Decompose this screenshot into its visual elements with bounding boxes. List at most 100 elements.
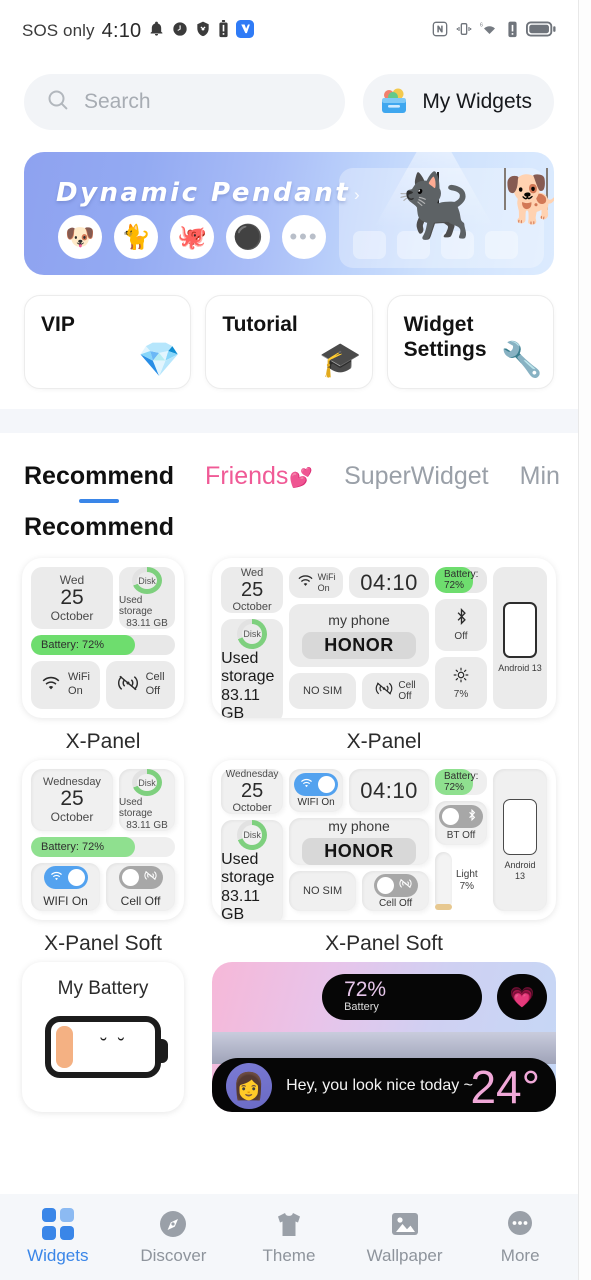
wifi-icon bbox=[50, 870, 63, 884]
date-month: October bbox=[232, 802, 272, 814]
wifi-icon bbox=[297, 574, 314, 592]
widget-item-xpanel-soft-large[interactable]: Wednesday 25 October Disk Used storage 8… bbox=[212, 760, 556, 956]
nfc-icon bbox=[432, 21, 448, 42]
battery-icon bbox=[526, 21, 556, 42]
wrench-icon: 🔧 bbox=[500, 341, 543, 379]
nav-item-discover[interactable]: Discover bbox=[116, 1208, 232, 1266]
cell-label: Cell Off bbox=[398, 679, 416, 703]
more-dots-icon bbox=[504, 1208, 536, 1240]
widget-item-xpanel-small[interactable]: Wed 25 October Disk Used storage 83.11 G… bbox=[22, 558, 185, 754]
brand-label: HONOR bbox=[302, 838, 416, 866]
shiba-avatar[interactable]: 🐶 bbox=[58, 215, 102, 259]
my-widgets-button[interactable]: My Widgets bbox=[363, 74, 554, 130]
nav-item-more[interactable]: More bbox=[462, 1208, 578, 1266]
battery-bar: Battery: 72% bbox=[31, 837, 176, 857]
search-input[interactable]: Search bbox=[24, 74, 346, 130]
disk-tile: Disk Used storage 83.11 GB bbox=[119, 769, 176, 831]
widget-item-color-widget[interactable]: 72% Battery 💗 👩 Hey, you look nice today… bbox=[212, 962, 556, 1112]
switch-knob bbox=[121, 869, 139, 886]
widget-grid: Wed 25 October Disk Used storage 83.11 G… bbox=[0, 542, 578, 1112]
wifi-switch[interactable] bbox=[294, 773, 339, 797]
my-battery-preview: My Battery ˘ ˘ bbox=[22, 962, 185, 1112]
tab-friends-label: Friends bbox=[205, 462, 289, 490]
disk-tile: Disk Used storage 83.11 GB bbox=[221, 820, 284, 920]
dynamic-pendant-banner[interactable]: Dynamic Pendant › 🐶 🐈 🐙 ⚫ ••• 🐈‍⬛ 🐕 bbox=[24, 152, 554, 275]
bluetooth-toggle-tile: BT Off bbox=[435, 801, 487, 845]
octopus-avatar[interactable]: 🐙 bbox=[170, 215, 214, 259]
xpanel-small-preview: Wed 25 October Disk Used storage 83.11 G… bbox=[22, 558, 185, 718]
disk-line1: Used storage bbox=[221, 650, 275, 685]
brightness-label: 7% bbox=[453, 688, 469, 700]
bluetooth-label: Off bbox=[454, 631, 468, 642]
widget-label: X-Panel Soft bbox=[325, 932, 443, 955]
heart-icon: 💕 bbox=[289, 468, 314, 489]
grid-icon bbox=[41, 1208, 74, 1240]
xpanel-soft-large-preview: Wednesday 25 October Disk Used storage 8… bbox=[212, 760, 556, 920]
disk-line2: 83.11 GB bbox=[221, 687, 260, 718]
date-month: October bbox=[50, 810, 94, 825]
alert-icon bbox=[507, 20, 518, 43]
tab-recommend-label: Recommend bbox=[24, 462, 175, 490]
search-placeholder: Search bbox=[84, 90, 151, 113]
search-icon bbox=[46, 88, 70, 117]
black-cat-avatar[interactable]: 🐈 bbox=[114, 215, 158, 259]
disk-ring-label: Disk bbox=[242, 825, 263, 845]
tab-min-label: Min bbox=[519, 462, 560, 490]
tab-superwidget[interactable]: SuperWidget bbox=[344, 462, 489, 499]
battery-nub bbox=[159, 1039, 169, 1063]
battery-bar: Battery: 72% bbox=[31, 635, 176, 655]
category-tabs: Recommend Friends💕 SuperWidget Min bbox=[0, 433, 578, 503]
svg-text:6: 6 bbox=[480, 22, 483, 28]
clock-badge-icon bbox=[172, 21, 188, 42]
battery-bar-label: Battery: 72% bbox=[444, 771, 479, 793]
date-month: October bbox=[50, 609, 94, 624]
search-row: Search My Widgets bbox=[0, 74, 578, 130]
wifi-switch[interactable] bbox=[43, 866, 88, 889]
my-widgets-label: My Widgets bbox=[422, 90, 532, 113]
tutorial-card-title: Tutorial bbox=[222, 313, 298, 336]
android-label: Android 13 bbox=[504, 859, 536, 881]
heart-icon: 💗 bbox=[497, 974, 548, 1020]
widget-item-my-battery[interactable]: My Battery ˘ ˘ bbox=[22, 962, 185, 1112]
phone-outline-icon bbox=[503, 602, 537, 659]
cell-switch[interactable] bbox=[118, 866, 163, 889]
clock-label: 4:10 bbox=[101, 19, 142, 42]
message-text: Hey, you look nice today ~ bbox=[286, 1077, 473, 1094]
brightness-icon bbox=[453, 667, 469, 686]
disk-ring-icon: Disk bbox=[132, 769, 163, 796]
sim-tile: NO SIM bbox=[289, 673, 357, 709]
bell-icon bbox=[148, 20, 165, 42]
tab-friends[interactable]: Friends💕 bbox=[205, 462, 313, 499]
tutorial-card[interactable]: Tutorial 🎓 bbox=[205, 295, 373, 389]
nav-item-theme[interactable]: Theme bbox=[231, 1208, 347, 1266]
wifi-icon bbox=[41, 675, 61, 696]
more-dots-avatar[interactable]: ••• bbox=[282, 215, 326, 259]
widget-row-1: Wed 25 October Disk Used storage 83.11 G… bbox=[22, 558, 556, 754]
cell-off-icon bbox=[398, 878, 412, 892]
graduation-cap-icon: 🎓 bbox=[319, 341, 362, 379]
widget-item-xpanel-soft-small[interactable]: Wednesday 25 October Disk Used storage 8… bbox=[22, 760, 185, 956]
bluetooth-switch[interactable] bbox=[439, 805, 483, 828]
cell-tile: Cell Off bbox=[362, 673, 430, 709]
vip-card-title: VIP bbox=[41, 313, 75, 336]
nav-label-theme: Theme bbox=[262, 1246, 316, 1265]
battery-bar: Battery: 72% bbox=[435, 567, 487, 593]
tab-recommend[interactable]: Recommend bbox=[24, 462, 175, 503]
switch-knob bbox=[442, 808, 459, 825]
cell-switch[interactable] bbox=[373, 873, 418, 897]
nav-item-wallpaper[interactable]: Wallpaper bbox=[347, 1208, 463, 1266]
widget-item-xpanel-large[interactable]: Wed 25 October Disk Used storage 83.11 G… bbox=[212, 558, 556, 754]
tab-min[interactable]: Min bbox=[520, 462, 560, 499]
tshirt-icon bbox=[273, 1208, 305, 1240]
color-widget-preview: 72% Battery 💗 👩 Hey, you look nice today… bbox=[212, 962, 556, 1112]
wifi-toggle-tile: WIFI On bbox=[289, 769, 344, 813]
switch-knob bbox=[67, 869, 85, 886]
widget-settings-card[interactable]: Widget Settings 🔧 bbox=[386, 295, 554, 389]
nav-item-widgets[interactable]: Widgets bbox=[0, 1208, 116, 1266]
disk-ring-icon: Disk bbox=[237, 619, 268, 649]
brightness-slider[interactable] bbox=[435, 852, 452, 910]
vip-card[interactable]: VIP 💎 bbox=[24, 295, 192, 389]
cell-toggle-tile: Cell Off bbox=[362, 871, 430, 911]
battery-percent: 72% bbox=[344, 978, 387, 1001]
coffee-avatar[interactable]: ⚫ bbox=[226, 215, 270, 259]
